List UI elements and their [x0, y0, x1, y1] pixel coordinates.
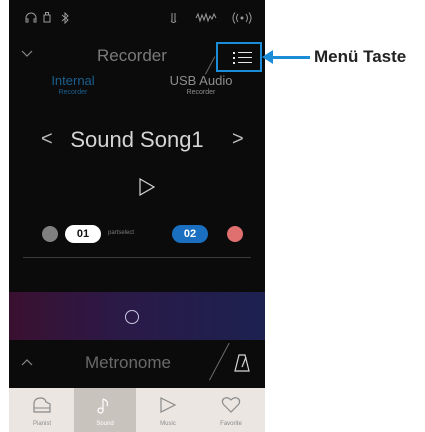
wifi-icon — [231, 12, 253, 27]
tab-label: Internal — [51, 73, 95, 88]
metronome-title: Metronome — [85, 353, 171, 372]
recorder-tabs: Internal Recorder USB Audio Recorder — [9, 74, 265, 108]
metronome-icon[interactable] — [234, 354, 250, 377]
tab-sublabel: Recorder — [186, 89, 216, 96]
part1-indicator — [42, 226, 58, 242]
callout-label: Menü Taste — [314, 47, 407, 66]
nav-label: Favorite — [220, 421, 242, 427]
previous-song-button[interactable]: < — [41, 128, 53, 151]
song-selector: Sound Song1 < > — [9, 124, 265, 158]
wireless-midi-icon — [169, 12, 179, 27]
nav-favorite[interactable]: Favorite — [200, 388, 262, 432]
play-icon — [139, 177, 156, 197]
list-icon — [238, 62, 252, 63]
loading-panel — [9, 292, 265, 340]
part2-indicator — [227, 226, 243, 242]
divider — [23, 257, 251, 258]
chevron-down-icon[interactable] — [21, 46, 33, 61]
chevron-up-icon[interactable] — [21, 354, 33, 369]
tab-usb-audio-recorder[interactable]: USB Audio Recorder — [137, 74, 265, 97]
loading-spinner-icon — [125, 310, 139, 324]
tab-internal-recorder[interactable]: Internal Recorder — [9, 74, 137, 97]
heart-icon — [221, 397, 241, 413]
nav-sound[interactable]: Sound — [74, 388, 136, 432]
nav-music[interactable]: Music — [137, 388, 199, 432]
callout-line — [268, 56, 310, 59]
metronome-divider — [209, 342, 230, 381]
next-song-button[interactable]: > — [232, 128, 244, 151]
tab-sublabel: Recorder — [58, 89, 88, 96]
part-select-row: 01 partselect 02 — [9, 222, 265, 252]
usb-stick-icon — [43, 12, 51, 26]
metronome-bar[interactable]: Metronome — [9, 342, 265, 382]
status-bar — [9, 0, 265, 38]
page-title: Recorder — [97, 46, 167, 65]
tab-label: USB Audio — [169, 73, 233, 88]
headphones-icon — [25, 12, 37, 26]
part2-button[interactable]: 02 — [172, 225, 208, 243]
bluetooth-icon — [61, 11, 69, 27]
play-icon — [160, 397, 177, 413]
header-divider — [205, 56, 216, 75]
piano-icon — [33, 397, 51, 413]
partselect-label: partselect — [108, 230, 135, 236]
part1-button[interactable]: 01 — [65, 225, 101, 243]
bottom-navigation: Pianist Sound Music Favorite — [9, 388, 265, 432]
nav-label: Music — [160, 421, 176, 427]
nav-label: Sound — [96, 421, 114, 427]
music-note-icon — [97, 398, 109, 414]
app-screen: Recorder Internal Recorder USB Audio Rec… — [9, 0, 265, 432]
menu-button[interactable] — [216, 42, 262, 72]
audio-signal-icon — [195, 12, 217, 26]
play-button[interactable] — [139, 177, 156, 201]
nav-label: Pianist — [32, 421, 51, 427]
nav-pianist[interactable]: Pianist — [11, 388, 73, 432]
